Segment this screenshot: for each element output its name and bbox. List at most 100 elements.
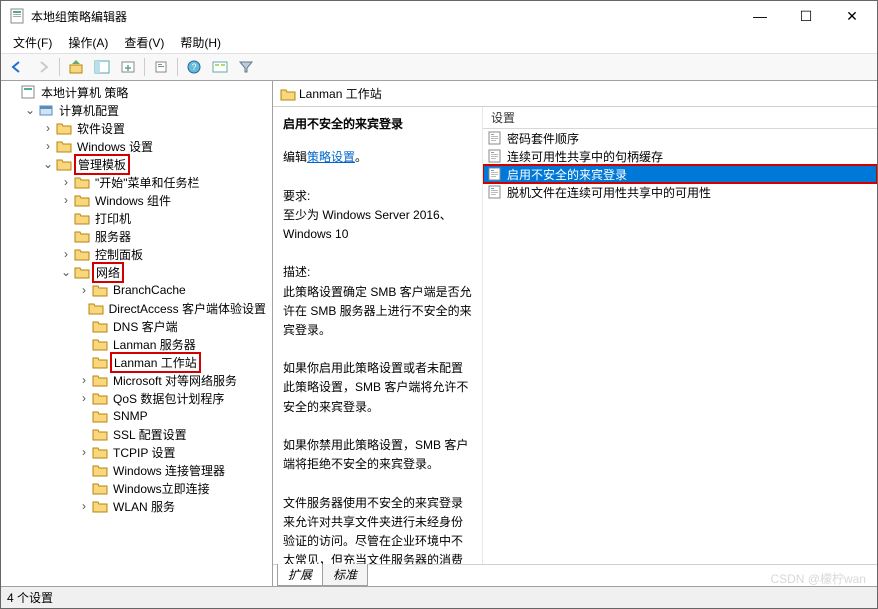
maximize-button[interactable]: ☐ [783,1,829,31]
minimize-button[interactable]: — [737,1,783,31]
expand-icon[interactable]: › [41,139,55,153]
tree-label: QoS 数据包计划程序 [111,390,226,407]
tree-label: 打印机 [93,210,133,227]
tree-label: 计算机配置 [57,102,121,119]
expand-icon[interactable]: › [77,499,91,513]
tree-label: 服务器 [93,228,133,245]
expand-icon[interactable]: › [41,121,55,135]
titlebar: 本地组策略编辑器 — ☐ ✕ [1,1,877,31]
tree-item-control-panel[interactable]: › 控制面板 [1,245,272,263]
properties-button[interactable] [149,56,173,78]
tree-item-dns-client[interactable]: DNS 客户端 [1,317,272,335]
tree-item-tcpip[interactable]: ›TCPIP 设置 [1,443,272,461]
expand-icon[interactable]: › [59,247,73,261]
setting-item[interactable]: 脱机文件在连续可用性共享中的可用性 [483,183,877,201]
tree-label: 控制面板 [93,246,145,263]
edit-policy-link[interactable]: 策略设置 [307,150,355,164]
tree-item-direct-access[interactable]: DirectAccess 客户端体验设置 [1,299,272,317]
collapse-icon[interactable]: ⌄ [41,157,55,171]
setting-item[interactable]: 密码套件顺序 [483,129,877,147]
settings-list: 设置 密码套件顺序连续可用性共享中的句柄缓存启用不安全的来宾登录脱机文件在连续可… [483,107,877,564]
tree-label: 网络 [92,262,124,283]
expand-icon[interactable]: › [77,373,91,387]
tree-item-snmp[interactable]: SNMP [1,407,272,425]
path-header: Lanman 工作站 [273,81,877,107]
export-button[interactable] [116,56,140,78]
tab-standard[interactable]: 标准 [322,564,368,586]
tree-item-printers[interactable]: 打印机 [1,209,272,227]
details-pane: Lanman 工作站 启用不安全的来宾登录 编辑策略设置。 要求: 至少为 Wi… [273,81,877,586]
setting-label: 启用不安全的来宾登录 [507,166,627,183]
settings-header[interactable]: 设置 [483,107,877,129]
tree-label: DNS 客户端 [111,318,180,335]
help-button[interactable]: ? [182,56,206,78]
close-button[interactable]: ✕ [829,1,875,31]
folder-icon [280,87,296,101]
tree-item-network[interactable]: ⌄ 网络 [1,263,272,281]
tree-item-ssl[interactable]: SSL 配置设置 [1,425,272,443]
toolbar: ? [1,53,877,81]
expand-icon[interactable]: › [59,175,73,189]
path-label: Lanman 工作站 [299,85,382,102]
collapse-icon[interactable]: ⌄ [59,265,73,279]
tree-label: Lanman 工作站 [110,352,201,373]
tree-label: Lanman 服务器 [111,336,198,353]
tree-label: "开始"菜单和任务栏 [93,174,202,191]
tree-item-branch-cache[interactable]: › BranchCache [1,281,272,299]
menu-view[interactable]: 查看(V) [116,32,172,53]
tree-item-win-instant[interactable]: Windows立即连接 [1,479,272,497]
tree-item-server[interactable]: 服务器 [1,227,272,245]
expand-icon[interactable]: › [77,445,91,459]
tree-item-lanman-server[interactable]: Lanman 服务器 [1,335,272,353]
window-title: 本地组策略编辑器 [31,8,737,25]
tree-label: BranchCache [111,283,188,297]
tree-label: SSL 配置设置 [111,426,189,443]
tree-item-admin-templates[interactable]: ⌄管理模板 [1,155,272,173]
tree-label: DirectAccess 客户端体验设置 [107,300,268,317]
tree-label: Windows 设置 [75,138,155,155]
tab-extended[interactable]: 扩展 [277,564,323,586]
svg-text:?: ? [191,62,196,72]
tree-item-software-settings[interactable]: › 软件设置 [1,119,272,137]
tree-item-microsoft-peer[interactable]: › Microsoft 对等网络服务 [1,371,272,389]
tree-label: SNMP [111,409,150,423]
tree-item-win-conn-mgr[interactable]: Windows 连接管理器 [1,461,272,479]
menu-action[interactable]: 操作(A) [60,32,116,53]
collapse-icon[interactable]: ⌄ [23,103,37,117]
tree-label: Microsoft 对等网络服务 [111,372,239,389]
tree-item-computer-config[interactable]: ⌄ 计算机配置 [1,101,272,119]
tree-item-windows-settings[interactable]: › Windows 设置 [1,137,272,155]
back-button[interactable] [5,56,29,78]
tree-label: Windows立即连接 [111,480,212,497]
tree-label: WLAN 服务 [111,498,177,515]
forward-button [31,56,55,78]
tree-item-lanman-workstation[interactable]: Lanman 工作站 [1,353,272,371]
expand-icon[interactable]: › [77,283,91,297]
status-text: 4 个设置 [7,589,53,606]
policy-title: 启用不安全的来宾登录 [283,115,472,134]
tree-item-wlan[interactable]: › WLAN 服务 [1,497,272,515]
show-hide-tree-button[interactable] [90,56,114,78]
tree-item-windows-components[interactable]: › Windows 组件 [1,191,272,209]
menu-help[interactable]: 帮助(H) [172,32,229,53]
tree-item-root[interactable]: 本地计算机 策略 [1,83,272,101]
description-panel: 启用不安全的来宾登录 编辑策略设置。 要求: 至少为 Windows Serve… [273,107,483,564]
tree-label: 软件设置 [75,120,127,137]
menu-file[interactable]: 文件(F) [5,32,60,53]
tree-item-start-menu[interactable]: › "开始"菜单和任务栏 [1,173,272,191]
setting-item[interactable]: 连续可用性共享中的句柄缓存 [483,147,877,165]
up-button[interactable] [64,56,88,78]
expand-icon[interactable]: › [59,193,73,207]
tree-label: 本地计算机 策略 [39,84,130,101]
setting-item[interactable]: 启用不安全的来宾登录 [483,165,877,183]
template-button[interactable] [208,56,232,78]
main-area: 本地计算机 策略⌄计算机配置›软件设置›Windows 设置⌄管理模板›"开始"… [1,81,877,586]
tree-label: Windows 组件 [93,192,173,209]
setting-label: 连续可用性共享中的句柄缓存 [507,148,663,165]
filter-button[interactable] [234,56,258,78]
tree-pane[interactable]: 本地计算机 策略⌄计算机配置›软件设置›Windows 设置⌄管理模板›"开始"… [1,81,273,586]
menubar: 文件(F) 操作(A) 查看(V) 帮助(H) [1,31,877,53]
expand-icon[interactable]: › [77,391,91,405]
statusbar: 4 个设置 [1,586,877,608]
tree-item-qos[interactable]: › QoS 数据包计划程序 [1,389,272,407]
